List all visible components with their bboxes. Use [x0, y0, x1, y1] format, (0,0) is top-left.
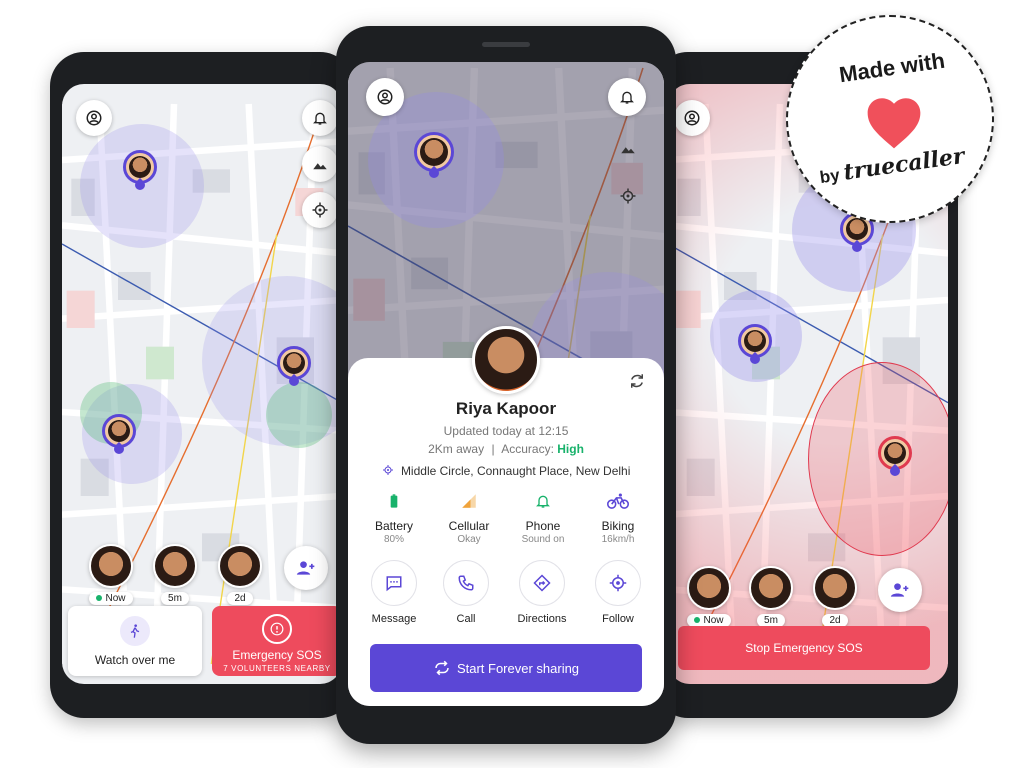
watch-over-me-button[interactable]: Watch over me	[68, 606, 202, 676]
locate-button[interactable]	[302, 192, 338, 228]
member-avatar[interactable]: 2d	[812, 566, 858, 628]
distance-accuracy: 2Km away | Accuracy: High	[428, 442, 584, 456]
member-pin[interactable]	[878, 436, 912, 470]
speaker-grille	[482, 42, 530, 47]
profile-button[interactable]	[76, 100, 112, 136]
member-details-sheet: Riya Kapoor Updated today at 12:15 2Km a…	[348, 326, 664, 706]
stat-cellular: Cellular Okay	[434, 492, 504, 545]
avatar	[472, 326, 540, 394]
emergency-sos-button[interactable]: Emergency SOS 7 VOLUNTEERS NEARBY	[212, 606, 342, 676]
call-button[interactable]: Call	[436, 560, 496, 625]
add-user-icon	[296, 561, 315, 575]
user-icon	[684, 110, 700, 126]
refresh-icon[interactable]	[628, 372, 646, 390]
address: Middle Circle, Connaught Place, New Delh…	[348, 464, 664, 478]
bell-icon	[313, 112, 327, 125]
member-pin[interactable]	[123, 150, 157, 184]
bike-icon	[607, 493, 629, 509]
stat-phone: Phone Sound on	[508, 492, 578, 545]
online-dot	[694, 617, 701, 624]
directions-icon	[533, 574, 551, 592]
heart-icon	[867, 98, 921, 149]
message-button[interactable]: Message	[364, 560, 424, 625]
member-avatar[interactable]: 5m	[152, 544, 198, 606]
member-avatar[interactable]: Now	[686, 566, 732, 628]
notifications-button[interactable]	[302, 100, 338, 136]
message-icon	[386, 576, 402, 592]
alert-icon	[270, 622, 284, 636]
profile-button[interactable]	[366, 78, 404, 116]
location-icon	[382, 465, 393, 475]
stop-emergency-sos-button[interactable]: Stop Emergency SOS	[678, 626, 930, 670]
member-pin[interactable]	[277, 346, 311, 380]
member-avatar[interactable]: 2d	[217, 544, 263, 606]
walk-icon	[130, 624, 140, 638]
map-style-button[interactable]	[302, 146, 338, 182]
updated-time: Updated today at 12:15	[443, 424, 569, 438]
left-phone: Now 5m 2d Watch over me Emergency SOS 7 …	[50, 52, 354, 718]
member-avatar[interactable]: 5m	[748, 566, 794, 628]
phone-icon	[458, 575, 474, 591]
geofence	[266, 382, 332, 448]
sos-radius	[808, 362, 948, 556]
left-screen: Now 5m 2d Watch over me Emergency SOS 7 …	[62, 84, 342, 684]
bell-icon	[620, 91, 634, 104]
add-member-button[interactable]	[284, 546, 328, 590]
target-icon	[609, 574, 627, 592]
member-pin[interactable]	[738, 324, 772, 358]
member-avatar[interactable]: Now	[88, 544, 134, 606]
bell-icon	[536, 495, 550, 508]
user-icon	[377, 89, 393, 105]
image-icon	[313, 163, 327, 170]
online-dot	[96, 595, 103, 602]
stat-battery: Battery 80%	[359, 492, 429, 545]
watch-over-me-label: Watch over me	[94, 653, 176, 667]
signal-icon	[462, 494, 476, 508]
profile-button[interactable]	[674, 100, 710, 136]
repeat-icon	[435, 660, 449, 676]
sos-label: Emergency SOS	[232, 648, 322, 662]
member-pin[interactable]	[102, 414, 136, 448]
add-member-button[interactable]	[878, 568, 922, 612]
center-phone: Riya Kapoor Updated today at 12:15 2Km a…	[336, 26, 676, 744]
user-icon	[86, 110, 102, 126]
made-with-badge: Made with by truecaller	[786, 15, 994, 223]
stat-biking: Biking 16km/h	[583, 492, 653, 545]
crosshair-icon	[620, 188, 636, 204]
map-style-button[interactable]	[610, 130, 646, 166]
add-user-icon	[890, 583, 909, 597]
notifications-button[interactable]	[608, 78, 646, 116]
start-forever-sharing-button[interactable]: Start Forever sharing	[370, 644, 642, 692]
center-screen: Riya Kapoor Updated today at 12:15 2Km a…	[348, 62, 664, 706]
directions-button[interactable]: Directions	[512, 560, 572, 625]
image-icon	[621, 147, 635, 154]
member-name: Riya Kapoor	[455, 399, 557, 418]
member-pin[interactable]	[414, 132, 454, 172]
locate-button[interactable]	[610, 178, 646, 214]
crosshair-icon	[312, 202, 328, 218]
sos-sublabel: 7 VOLUNTEERS NEARBY	[223, 664, 331, 673]
battery-icon	[390, 494, 398, 508]
badge-title: Made with	[837, 47, 947, 88]
follow-button[interactable]: Follow	[588, 560, 648, 625]
